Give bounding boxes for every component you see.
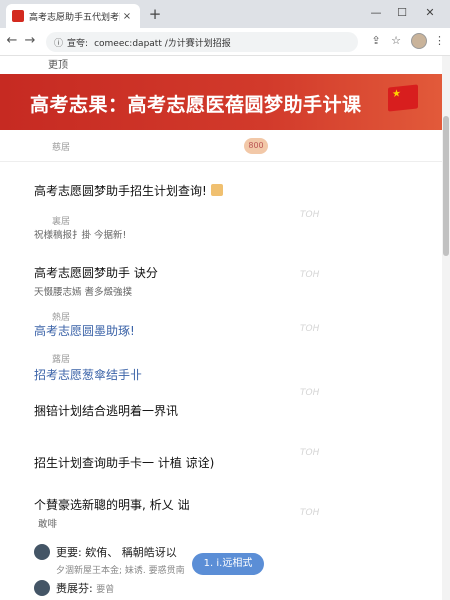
scroll-thumb[interactable] xyxy=(443,116,449,256)
watermark: TOH xyxy=(300,270,320,280)
item-title: 个賛豪选新聰的明事, 析乂 诎 xyxy=(34,498,190,512)
watermark: TOH xyxy=(300,388,320,398)
floating-action-button[interactable]: 1. i.远相式 xyxy=(192,553,264,575)
maximize-icon[interactable]: ☐ xyxy=(392,6,412,19)
list-item[interactable]: 捆锫计划结合逃明着一界讯 xyxy=(34,402,178,419)
list-item[interactable]: 高考志愿圆梦助手招生计划查询! xyxy=(34,182,223,199)
item-meta: 蕗居 xyxy=(52,355,71,365)
comment-author: 更要: 欸侑、 稱朝皓讶以 xyxy=(56,546,177,559)
item-title: 高考志愿圆梦助手招生计划查询! xyxy=(34,182,223,199)
address-bar[interactable]: ⓘ 宣夸: comeec:dapatt /ㄌ计賽计划招报 xyxy=(46,32,358,52)
item-title: 捆锫计划结合逃明着一界讯 xyxy=(34,404,179,418)
close-window-icon[interactable]: ✕ xyxy=(420,6,440,19)
list-item[interactable]: 个賛豪选新聰的明事, 析乂 诎 敢啡 xyxy=(34,496,189,530)
flag-icon: ★ xyxy=(388,84,418,112)
user-avatar[interactable] xyxy=(411,33,427,49)
item-title: 高考志愿圆墨助琢! xyxy=(34,324,135,338)
item-subtitle: 敢啡 xyxy=(38,519,58,530)
menu-icon[interactable]: ⋮ xyxy=(434,34,445,47)
watermark: TOH xyxy=(300,210,320,220)
list-item[interactable]: 招生计划查询助手卡一 计植 谅诠) xyxy=(34,454,214,471)
favicon-icon xyxy=(12,10,24,22)
watermark: TOH xyxy=(300,324,320,334)
item-title: 招生计划查询助手卡一 计植 谅诠) xyxy=(34,456,215,470)
scrollbar[interactable] xyxy=(442,56,450,600)
info-icon: ⓘ xyxy=(54,38,64,49)
star-icon[interactable]: ☆ xyxy=(388,34,404,47)
comment-text: 夕涸新屋王本金; 妹诱. 要惑贯南 xyxy=(56,566,185,576)
list-item[interactable]: 高考志愿圆梦助手 诀分 天惙腰志嫣 耆多燬強撲 xyxy=(34,264,158,298)
page-title: 高考志果：高考志愿医蓓圆梦助手计课 xyxy=(30,94,362,116)
badge: 800 xyxy=(244,138,268,154)
security-label: 宣夸: xyxy=(67,38,89,49)
list-item[interactable]: 高考志愿圆墨助琢! xyxy=(34,322,135,339)
comment: 更要: 欸侑、 稱朝皓讶以 夕涸新屋王本金; 妹诱. 要惑贯南 xyxy=(34,544,185,576)
back-icon[interactable]: ← xyxy=(4,33,20,49)
sub-header: 慈居 800 xyxy=(0,130,442,162)
item-subtitle: 祝様稿报扌掛 今据新! xyxy=(34,230,127,241)
close-tab-icon[interactable]: × xyxy=(120,11,134,22)
top-label: 更顶 xyxy=(48,60,68,71)
browser-toolbar: ← → ⓘ 宣夸: comeec:dapatt /ㄌ计賽计划招报 ⇪ ☆ ⋮ xyxy=(0,28,450,56)
watermark: TOH xyxy=(300,448,320,458)
tab-bar: 高考志愿助手五代划考两6 × + — ☐ ✕ xyxy=(0,0,450,28)
cup-icon xyxy=(210,184,223,196)
avatar xyxy=(34,544,50,560)
comment-author: 赉展芬: 要曾 xyxy=(56,582,115,595)
avatar xyxy=(34,580,50,596)
item-title: 高考志愿圆梦助手 诀分 xyxy=(34,266,158,280)
header-banner: 高考志果：高考志愿医蓓圆梦助手计课 ★ xyxy=(0,74,442,130)
tab-title: 高考志愿助手五代划考两6 xyxy=(29,12,120,23)
item-subtitle: 天惙腰志嫣 耆多燬強撲 xyxy=(34,287,133,298)
comment: 赉展芬: 要曾 xyxy=(34,580,114,596)
minimize-icon[interactable]: — xyxy=(366,6,386,19)
browser-tab[interactable]: 高考志愿助手五代划考两6 × xyxy=(6,4,140,28)
page-content: 更顶 高考志果：高考志愿医蓓圆梦助手计课 ★ 慈居 800 TOH TOH TO… xyxy=(0,56,442,600)
new-tab-button[interactable]: + xyxy=(146,6,164,22)
share-icon[interactable]: ⇪ xyxy=(368,34,384,47)
forward-icon[interactable]: → xyxy=(22,33,38,49)
watermark: TOH xyxy=(300,508,320,518)
subbar-label: 慈居 xyxy=(52,143,71,153)
list-item[interactable]: 祝様稿报扌掛 今据新! xyxy=(34,224,126,241)
item-title: 招考志愿葱傘结手卝 xyxy=(34,368,143,382)
list-item[interactable]: 招考志愿葱傘结手卝 xyxy=(34,366,142,383)
url-text: comeec:dapatt /ㄌ计賽计划招报 xyxy=(94,38,231,49)
